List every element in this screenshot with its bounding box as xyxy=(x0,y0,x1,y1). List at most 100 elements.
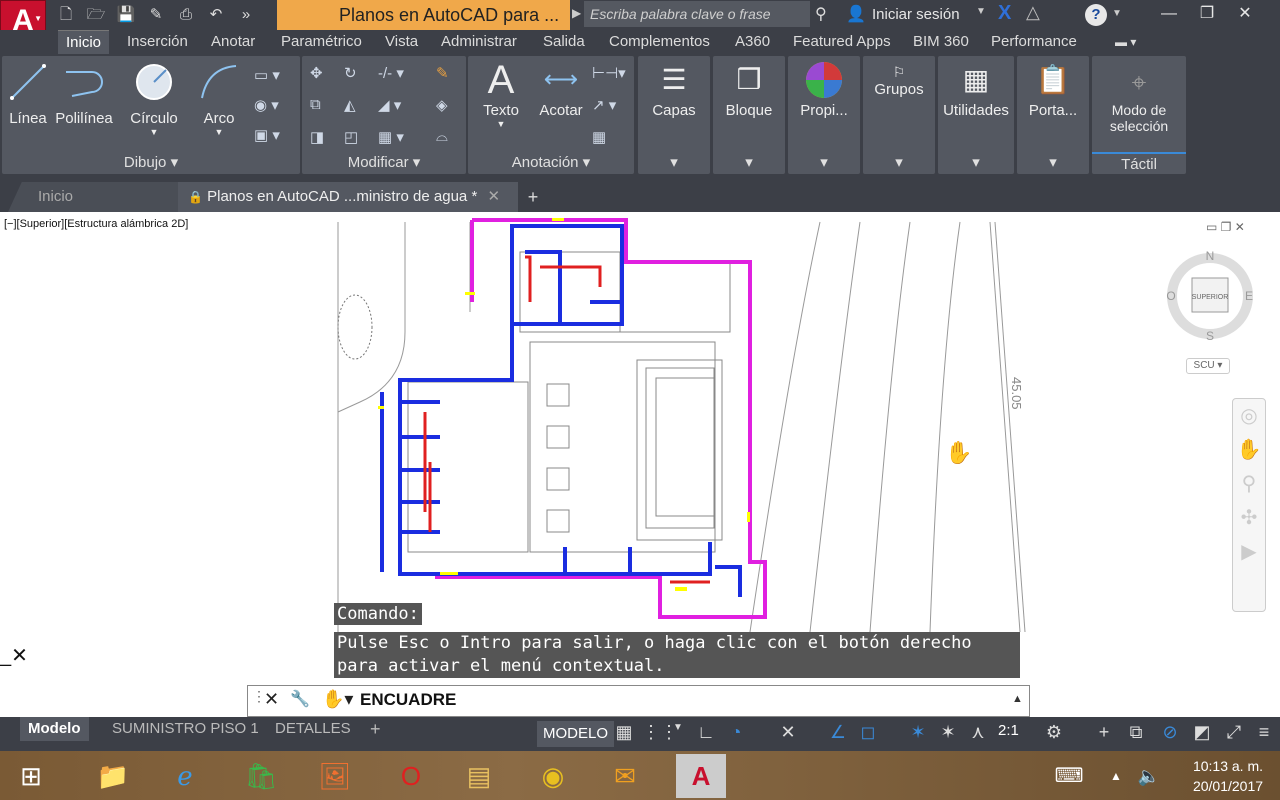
move-icon[interactable]: ✥ xyxy=(310,64,323,82)
model-space-toggle[interactable]: MODELO xyxy=(537,721,615,747)
new-tab-button[interactable]: + xyxy=(520,186,546,208)
tab-insercion[interactable]: Inserción xyxy=(127,30,188,54)
open-icon[interactable]: 🗁 xyxy=(84,3,108,27)
leader-icon[interactable]: ↗ ▾ xyxy=(592,96,616,114)
file-explorer-icon[interactable]: 📁 xyxy=(88,754,138,798)
panel-groups[interactable]: ⚐ Grupos ▾ xyxy=(863,56,935,174)
mirror-icon[interactable]: ◭ xyxy=(344,96,356,114)
save-icon[interactable]: 💾 xyxy=(114,3,138,27)
chevron-down-icon[interactable]: ▼ xyxy=(976,6,986,17)
polar-icon[interactable]: ◔ xyxy=(724,722,748,743)
file-tab-home[interactable]: Inicio xyxy=(8,182,180,212)
close-button[interactable]: ✕ xyxy=(1226,0,1264,30)
pan-icon[interactable]: ✋ xyxy=(1233,433,1265,467)
autocad-taskbar-icon[interactable]: A xyxy=(676,754,726,798)
autoscale-icon[interactable]: ✶ xyxy=(936,722,960,743)
layout-tab-detalles[interactable]: DETALLES xyxy=(267,717,359,741)
navigation-bar[interactable]: ◎ ✋ ⚲ ✣ ▶ xyxy=(1232,398,1266,612)
region-icon[interactable]: ▣ ▾ xyxy=(254,126,280,144)
erase-icon[interactable]: ✎ xyxy=(436,64,449,82)
user-icon[interactable]: 👤 xyxy=(846,4,866,24)
undo-icon[interactable]: ↶ xyxy=(204,3,228,27)
new-icon[interactable]: 🗋 xyxy=(54,3,78,27)
panel-properties[interactable]: Propi... ▾ xyxy=(788,56,860,174)
outlook-icon[interactable]: ✉ xyxy=(600,754,650,798)
wrench-icon[interactable]: 🔧 xyxy=(290,689,310,709)
tab-performance[interactable]: Performance xyxy=(991,30,1077,54)
osnap-icon[interactable]: ✕ xyxy=(776,722,800,743)
circle-tool[interactable]: Círculo ▼ xyxy=(124,58,184,137)
scale-icon[interactable]: ◰ xyxy=(344,128,358,146)
polyline-tool[interactable]: Polilínea xyxy=(52,58,116,127)
fillet-icon[interactable]: ◢ ▾ xyxy=(378,96,401,114)
snap-icon[interactable]: ⋮⋮ xyxy=(642,722,678,743)
volume-icon[interactable]: 🔈 xyxy=(1134,754,1164,798)
search-input[interactable]: Escriba palabra clave o frase xyxy=(584,1,810,27)
panel-block[interactable]: ❒ Bloque ▾ xyxy=(713,56,785,174)
hardware-accel-icon[interactable]: ⊘ xyxy=(1158,722,1182,743)
panel-utilities[interactable]: ▦ Utilidades ▾ xyxy=(938,56,1014,174)
offset-icon[interactable]: ⌓ xyxy=(436,128,448,145)
layout-tab-model[interactable]: Modelo xyxy=(20,717,89,741)
hatch-icon[interactable]: ◉ ▾ xyxy=(254,96,279,114)
signin-button[interactable]: Iniciar sesión xyxy=(872,0,960,30)
layout-tab-suministro[interactable]: SUMINISTRO PISO 1 xyxy=(104,717,267,741)
pan-icon[interactable]: ✋▾ xyxy=(322,689,353,710)
minimize-button[interactable]: — xyxy=(1150,0,1188,30)
grid-icon[interactable]: ▦ xyxy=(612,722,636,743)
showmotion-icon[interactable]: ▶ xyxy=(1233,535,1265,569)
panel-draw-title[interactable]: Dibujo ▾ xyxy=(2,152,300,174)
arc-tool[interactable]: Arco ▼ xyxy=(194,58,244,137)
chevron-down-icon[interactable]: ▼ xyxy=(1112,8,1122,19)
annotation-visibility-icon[interactable]: ✶ xyxy=(906,722,930,743)
file-tab-current[interactable]: 🔒 Planos en AutoCAD ...ministro de agua … xyxy=(178,182,518,212)
chevron-down-icon[interactable]: ▼ xyxy=(666,722,690,733)
explode-icon[interactable]: ◈ xyxy=(436,96,448,114)
ortho-icon[interactable]: ∟ xyxy=(694,722,718,743)
selection-mode-button[interactable]: ⌖ Modo de selección xyxy=(1092,62,1186,134)
windows-start-icon[interactable]: ⊞ xyxy=(6,754,56,798)
steering-wheel-icon[interactable]: ◎ xyxy=(1233,399,1265,433)
tab-parametrico[interactable]: Paramétrico xyxy=(281,30,362,54)
tab-inicio[interactable]: Inicio xyxy=(58,30,110,54)
opera-icon[interactable]: O xyxy=(386,754,436,798)
linear-dim-icon[interactable]: ⊢⊣▾ xyxy=(592,64,626,82)
fullscreen-icon[interactable]: ⤢ xyxy=(1222,722,1246,743)
chevron-down-icon[interactable]: ▾ xyxy=(938,152,1014,174)
photos-icon[interactable]: 🖼 xyxy=(310,754,360,798)
gear-icon[interactable]: ⚙ xyxy=(1042,722,1066,743)
panel-annotation-title[interactable]: Anotación ▾ xyxy=(468,152,634,174)
command-input[interactable]: ENCUADRE xyxy=(360,690,456,710)
lineweight-icon[interactable]: ∠ xyxy=(826,722,850,743)
store-icon[interactable]: 🛍 xyxy=(236,754,286,798)
tab-a360[interactable]: A360 xyxy=(735,30,770,54)
clean-screen-icon[interactable]: ◩ xyxy=(1190,722,1214,743)
add-layout-button[interactable]: + xyxy=(362,717,389,741)
annotation-scale-icon[interactable]: ⋏ xyxy=(966,722,990,743)
chrome-icon[interactable]: ◉ xyxy=(528,754,578,798)
tab-administrar[interactable]: Administrar xyxy=(441,30,517,54)
viewport-window-controls[interactable]: ▭ ❐ ✕ xyxy=(1206,220,1245,234)
keyboard-icon[interactable]: ⌨ xyxy=(1044,754,1094,798)
rotate-icon[interactable]: ↻ xyxy=(344,64,357,82)
help-icon[interactable]: ? xyxy=(1085,4,1107,26)
array-icon[interactable]: ▦ ▾ xyxy=(378,128,404,146)
annotation-scale[interactable]: 2:1 xyxy=(998,722,1019,739)
close-icon[interactable]: ✕ xyxy=(264,689,279,710)
chevron-up-icon[interactable]: ▲ xyxy=(1104,754,1128,798)
chevron-down-icon[interactable]: ▾ xyxy=(1017,152,1089,174)
chevron-down-icon[interactable]: ▾ xyxy=(863,152,935,174)
viewport-controls[interactable]: [−][Superior][Estructura alámbrica 2D] xyxy=(4,218,188,230)
panel-layers[interactable]: ☰ Capas ▾ xyxy=(638,56,710,174)
text-tool[interactable]: A Texto ▼ xyxy=(474,58,528,129)
binoculars-icon[interactable]: ⚲ xyxy=(815,4,827,24)
plus-icon[interactable]: + xyxy=(1092,722,1116,743)
exchange-icon[interactable]: X xyxy=(998,2,1011,25)
trim-icon[interactable]: -/- ▾ xyxy=(378,64,404,82)
internet-explorer-icon[interactable]: ℯ xyxy=(160,754,210,798)
dimension-tool[interactable]: ⟷ Acotar xyxy=(534,58,588,119)
chevron-down-icon[interactable]: ▾ xyxy=(713,152,785,174)
rectangle-icon[interactable]: ▭ ▾ xyxy=(254,66,280,84)
tab-vista[interactable]: Vista xyxy=(385,30,418,54)
viewcube[interactable]: SUPERIOR N S E O xyxy=(1165,248,1255,348)
